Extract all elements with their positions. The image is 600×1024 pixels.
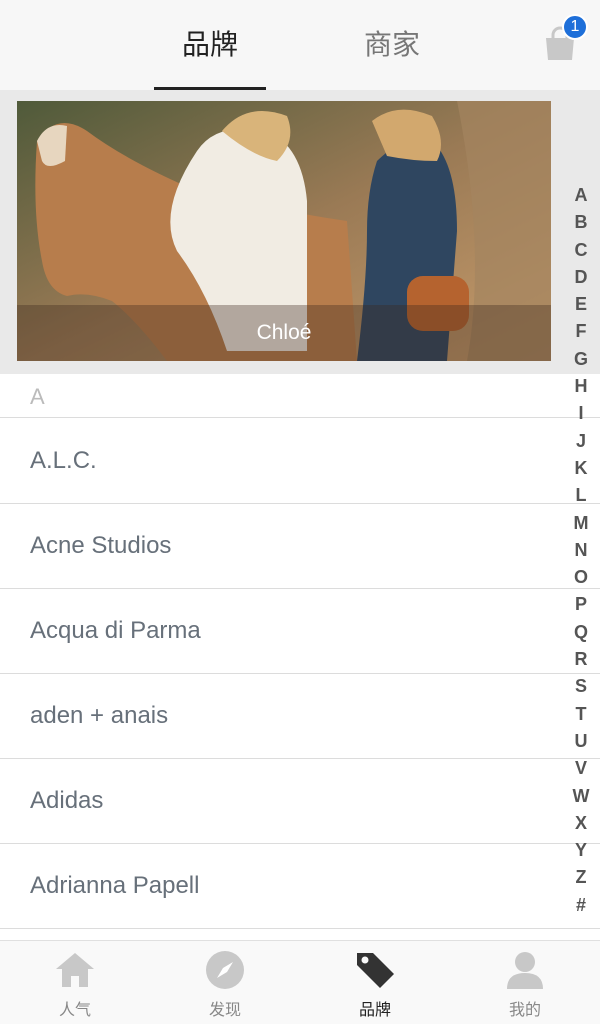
- cart-count-badge: 1: [562, 14, 588, 40]
- index-letter-u[interactable]: U: [566, 728, 596, 755]
- bottom-nav: 人气 发现 品牌 我的: [0, 940, 600, 1024]
- top-tab-bar: 品牌 商家 1: [0, 0, 600, 90]
- brand-name: Acne Studios: [30, 532, 172, 559]
- nav-mine[interactable]: 我的: [450, 941, 600, 1024]
- index-letter-c[interactable]: C: [566, 237, 596, 264]
- tab-brand[interactable]: 品牌: [154, 0, 266, 90]
- compass-icon: [206, 951, 244, 989]
- index-letter-e[interactable]: E: [566, 291, 596, 318]
- index-letter-x[interactable]: X: [566, 810, 596, 837]
- index-letter-v[interactable]: V: [566, 755, 596, 782]
- index-letter-hash[interactable]: #: [566, 892, 596, 919]
- index-letter-d[interactable]: D: [566, 264, 596, 291]
- index-letter-j[interactable]: J: [566, 428, 596, 455]
- brand-name: A.L.C.: [30, 447, 97, 474]
- index-letter-a[interactable]: A: [566, 182, 596, 209]
- section-header: A: [0, 374, 600, 418]
- index-letter-y[interactable]: Y: [566, 837, 596, 864]
- index-letter-h[interactable]: H: [566, 373, 596, 400]
- list-item[interactable]: Adrianna Papell: [0, 844, 600, 929]
- section-letter: A: [30, 384, 45, 409]
- index-letter-l[interactable]: L: [566, 482, 596, 509]
- index-letter-r[interactable]: R: [566, 646, 596, 673]
- index-letter-i[interactable]: I: [566, 400, 596, 427]
- nav-label: 品牌: [358, 1000, 391, 1019]
- home-icon: [56, 953, 94, 987]
- list-item[interactable]: aden + anais: [0, 674, 600, 759]
- index-letter-k[interactable]: K: [566, 455, 596, 482]
- index-letter-m[interactable]: M: [566, 510, 596, 537]
- brand-list: A.L.C. Acne Studios Acqua di Parma aden …: [0, 419, 600, 929]
- list-item[interactable]: Acqua di Parma: [0, 589, 600, 674]
- index-letter-n[interactable]: N: [566, 537, 596, 564]
- tag-icon: [357, 953, 394, 988]
- index-letter-f[interactable]: F: [566, 318, 596, 345]
- alphabet-index[interactable]: A B C D E F G H I J K L M N O P Q R S T …: [566, 182, 596, 919]
- nav-label: 发现: [208, 1000, 241, 1019]
- index-letter-w[interactable]: W: [566, 783, 596, 810]
- index-letter-b[interactable]: B: [566, 209, 596, 236]
- banner-caption: Chloé: [17, 305, 551, 361]
- nav-discover[interactable]: 发现: [150, 941, 300, 1024]
- index-letter-q[interactable]: Q: [566, 619, 596, 646]
- index-letter-s[interactable]: S: [566, 673, 596, 700]
- brand-banner[interactable]: Chloé: [17, 101, 551, 361]
- index-letter-g[interactable]: G: [566, 346, 596, 373]
- list-item[interactable]: A.L.C.: [0, 419, 600, 504]
- index-letter-p[interactable]: P: [566, 591, 596, 618]
- index-letter-t[interactable]: T: [566, 701, 596, 728]
- brand-name: Adidas: [30, 787, 104, 814]
- nav-brand[interactable]: 品牌: [300, 941, 450, 1024]
- nav-label: 我的: [508, 1000, 541, 1019]
- list-item[interactable]: Acne Studios: [0, 504, 600, 589]
- brand-name: aden + anais: [30, 702, 169, 729]
- person-icon: [507, 952, 543, 989]
- brand-name: Adrianna Papell: [30, 872, 200, 899]
- tab-merchant[interactable]: 商家: [336, 0, 448, 90]
- brand-name: Acqua di Parma: [30, 617, 201, 644]
- list-item[interactable]: Adidas: [0, 759, 600, 844]
- index-letter-z[interactable]: Z: [566, 864, 596, 891]
- index-letter-o[interactable]: O: [566, 564, 596, 591]
- nav-popular[interactable]: 人气: [0, 941, 150, 1024]
- banner-area: Chloé: [0, 90, 600, 374]
- nav-label: 人气: [58, 1000, 91, 1019]
